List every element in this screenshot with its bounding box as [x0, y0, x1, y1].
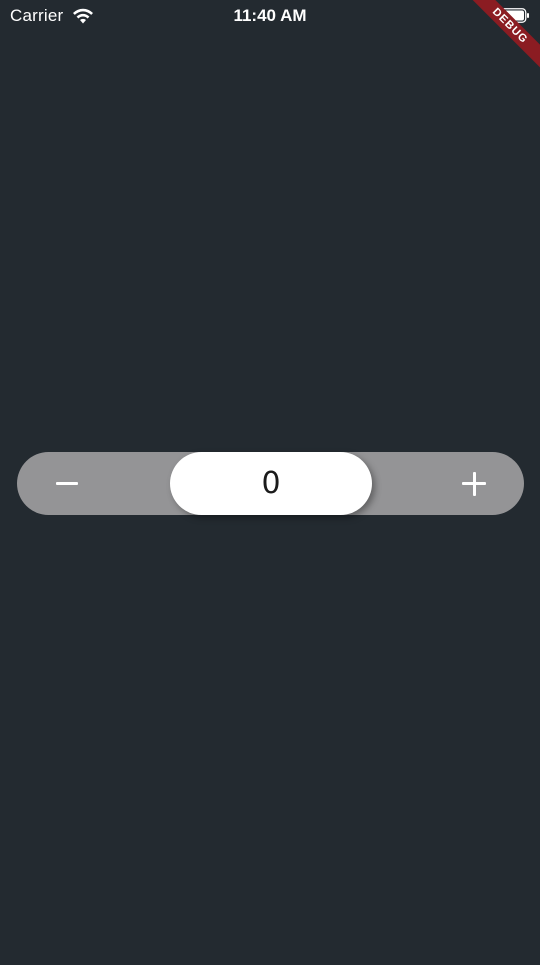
battery-icon: [500, 8, 530, 23]
status-bar: Carrier 11:40 AM: [0, 0, 540, 34]
plus-icon: [462, 471, 486, 496]
counter-stepper[interactable]: 0: [17, 452, 524, 515]
decrement-button[interactable]: [17, 452, 117, 515]
stepper-value: 0: [261, 466, 281, 501]
clock-time: 11:40 AM: [233, 6, 307, 25]
increment-button[interactable]: [424, 452, 524, 515]
stepper-value-thumb[interactable]: 0: [170, 452, 372, 515]
minus-icon: [56, 482, 78, 485]
